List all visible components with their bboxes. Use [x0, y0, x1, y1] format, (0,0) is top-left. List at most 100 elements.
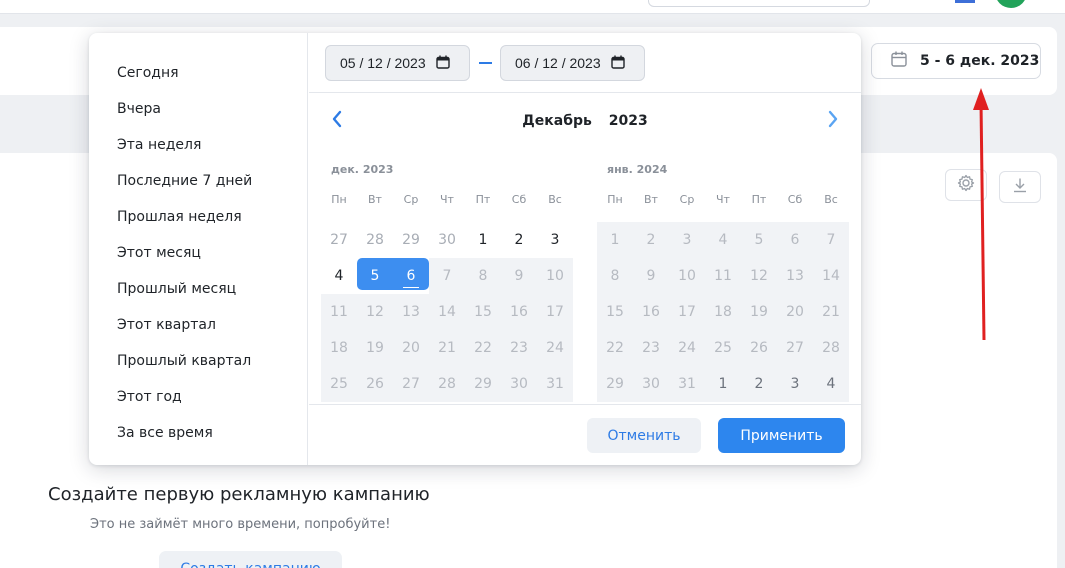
day-cell[interactable]: 2 — [501, 224, 537, 256]
week-row: 8 9 10 11 12 13 14 — [597, 258, 849, 294]
calendar-panel: 05 / 12 / 2023 06 / 12 / 2023 Декабрь 20… — [309, 33, 861, 465]
day-cell: 3 — [682, 232, 692, 248]
day-cell: 1 — [610, 232, 620, 248]
empty-state-subtitle: Это не займёт много времени, попробуйте! — [90, 517, 391, 532]
day-cell: 1 — [718, 376, 728, 392]
preset-list: Сегодня Вчера Эта неделя Последние 7 дне… — [89, 33, 308, 465]
day-cell: 10 — [546, 268, 564, 284]
day-cell: 3 — [790, 376, 800, 392]
day-cell-selected-start[interactable]: 5 — [357, 260, 393, 292]
week-row: 1 2 3 4 5 6 7 — [597, 222, 849, 258]
day-cell: 20 — [402, 340, 420, 356]
day-cell: 12 — [750, 268, 768, 284]
weekday-sat: Сб — [787, 193, 803, 206]
weekday-sat: Сб — [511, 193, 527, 206]
day-cell: 29 — [606, 376, 624, 392]
date-range-popup: Сегодня Вчера Эта неделя Последние 7 дне… — [89, 33, 861, 465]
date-range-button[interactable]: 5 - 6 дек. 2023 — [871, 43, 1041, 79]
weekday-fri: Пт — [751, 193, 767, 206]
start-date-value: 05 / 12 / 2023 — [340, 55, 426, 71]
day-cell: 14 — [438, 304, 456, 320]
week-row: 18 19 20 21 22 23 24 — [321, 330, 573, 366]
weekday-tue: Вт — [644, 193, 658, 206]
day-cell: 9 — [514, 268, 524, 284]
day-cell: 10 — [678, 268, 696, 284]
preset-this-quarter[interactable]: Этот квартал — [89, 307, 307, 343]
day-cell: 23 — [642, 340, 660, 356]
popup-footer: Отменить Применить — [309, 404, 861, 465]
weekday-sun: Вс — [824, 193, 838, 206]
download-icon — [1011, 176, 1029, 198]
day-cell: 21 — [822, 304, 840, 320]
apply-button[interactable]: Применить — [718, 418, 845, 453]
weekday-thu: Чт — [440, 193, 454, 206]
month-label-dec: дек. 2023 — [331, 163, 394, 176]
preset-this-month[interactable]: Этот месяц — [89, 235, 307, 271]
week-row: 25 26 27 28 29 30 31 — [321, 366, 573, 402]
day-cell-selected-end[interactable]: 6 — [393, 260, 429, 292]
calendar-icon[interactable] — [435, 55, 450, 72]
day-cell[interactable]: 4 — [321, 260, 357, 292]
day-cell: 15 — [474, 304, 492, 320]
day-cell: 30 — [642, 376, 660, 392]
download-button[interactable] — [999, 171, 1041, 203]
day-cell[interactable]: 28 — [357, 224, 393, 256]
day-cell[interactable]: 30 — [429, 224, 465, 256]
month-year-title: Декабрь 2023 — [309, 113, 861, 129]
day-cell: 29 — [474, 376, 492, 392]
week-row: 4 5 6 7 8 9 10 — [321, 258, 573, 294]
day-cell: 9 — [646, 268, 656, 284]
preset-last-month[interactable]: Прошлый месяц — [89, 271, 307, 307]
start-date-input[interactable]: 05 / 12 / 2023 — [325, 45, 470, 81]
preset-last-quarter[interactable]: Прошлый квартал — [89, 343, 307, 379]
day-cell[interactable]: 29 — [393, 224, 429, 256]
calendar-grid-dec: Пн Вт Ср Чт Пт Сб Вс 27 28 29 30 1 2 3 4… — [321, 193, 573, 402]
day-cell: 11 — [330, 304, 348, 320]
nav-month[interactable]: Декабрь — [522, 113, 592, 129]
day-cell: 2 — [646, 232, 656, 248]
preset-this-year[interactable]: Этот год — [89, 379, 307, 415]
week-row: 11 12 13 14 15 16 17 — [321, 294, 573, 330]
day-cell: 19 — [366, 340, 384, 356]
preset-last-7-days[interactable]: Последние 7 дней — [89, 163, 307, 199]
day-cell[interactable]: 27 — [321, 224, 357, 256]
calendar-icon — [890, 50, 908, 72]
day-cell[interactable]: 1 — [465, 224, 501, 256]
day-cell: 7 — [826, 232, 836, 248]
preset-all-time[interactable]: За все время — [89, 415, 307, 451]
end-date-value: 06 / 12 / 2023 — [515, 55, 601, 71]
day-cell: 24 — [546, 340, 564, 356]
day-cell: 13 — [786, 268, 804, 284]
preset-last-week[interactable]: Прошлая неделя — [89, 199, 307, 235]
top-menu-icon[interactable] — [955, 0, 975, 3]
day-cell: 8 — [610, 268, 620, 284]
create-campaign-button[interactable]: Создать кампанию — [159, 551, 342, 568]
day-cell: 7 — [442, 268, 452, 284]
next-month-button[interactable] — [823, 110, 843, 132]
end-date-input[interactable]: 06 / 12 / 2023 — [500, 45, 645, 81]
nav-year[interactable]: 2023 — [609, 113, 648, 129]
day-cell[interactable]: 3 — [537, 224, 573, 256]
avatar[interactable] — [995, 0, 1027, 8]
weekday-mon: Пн — [607, 193, 623, 206]
preset-today[interactable]: Сегодня — [89, 55, 307, 91]
preset-this-week[interactable]: Эта неделя — [89, 127, 307, 163]
empty-state-title: Создайте первую рекламную кампанию — [48, 484, 430, 505]
day-cell: 5 — [754, 232, 764, 248]
day-cell: 21 — [438, 340, 456, 356]
day-cell: 28 — [438, 376, 456, 392]
day-cell: 25 — [330, 376, 348, 392]
calendar-grid-jan: Пн Вт Ср Чт Пт Сб Вс 1 2 3 4 5 6 7 8 9 1… — [597, 193, 849, 402]
weekday-fri: Пт — [475, 193, 491, 206]
calendar-icon[interactable] — [610, 55, 625, 72]
weekday-wed: Ср — [679, 193, 695, 206]
weekday-tue: Вт — [368, 193, 382, 206]
week-row: 29 30 31 1 2 3 4 — [597, 366, 849, 402]
cancel-button[interactable]: Отменить — [587, 418, 701, 453]
preset-yesterday[interactable]: Вчера — [89, 91, 307, 127]
date-range-label: 5 - 6 дек. 2023 — [920, 53, 1040, 69]
top-search-input[interactable] — [648, 0, 870, 7]
day-cell: 30 — [510, 376, 528, 392]
day-cell: 15 — [606, 304, 624, 320]
chevron-right-icon — [827, 110, 839, 132]
